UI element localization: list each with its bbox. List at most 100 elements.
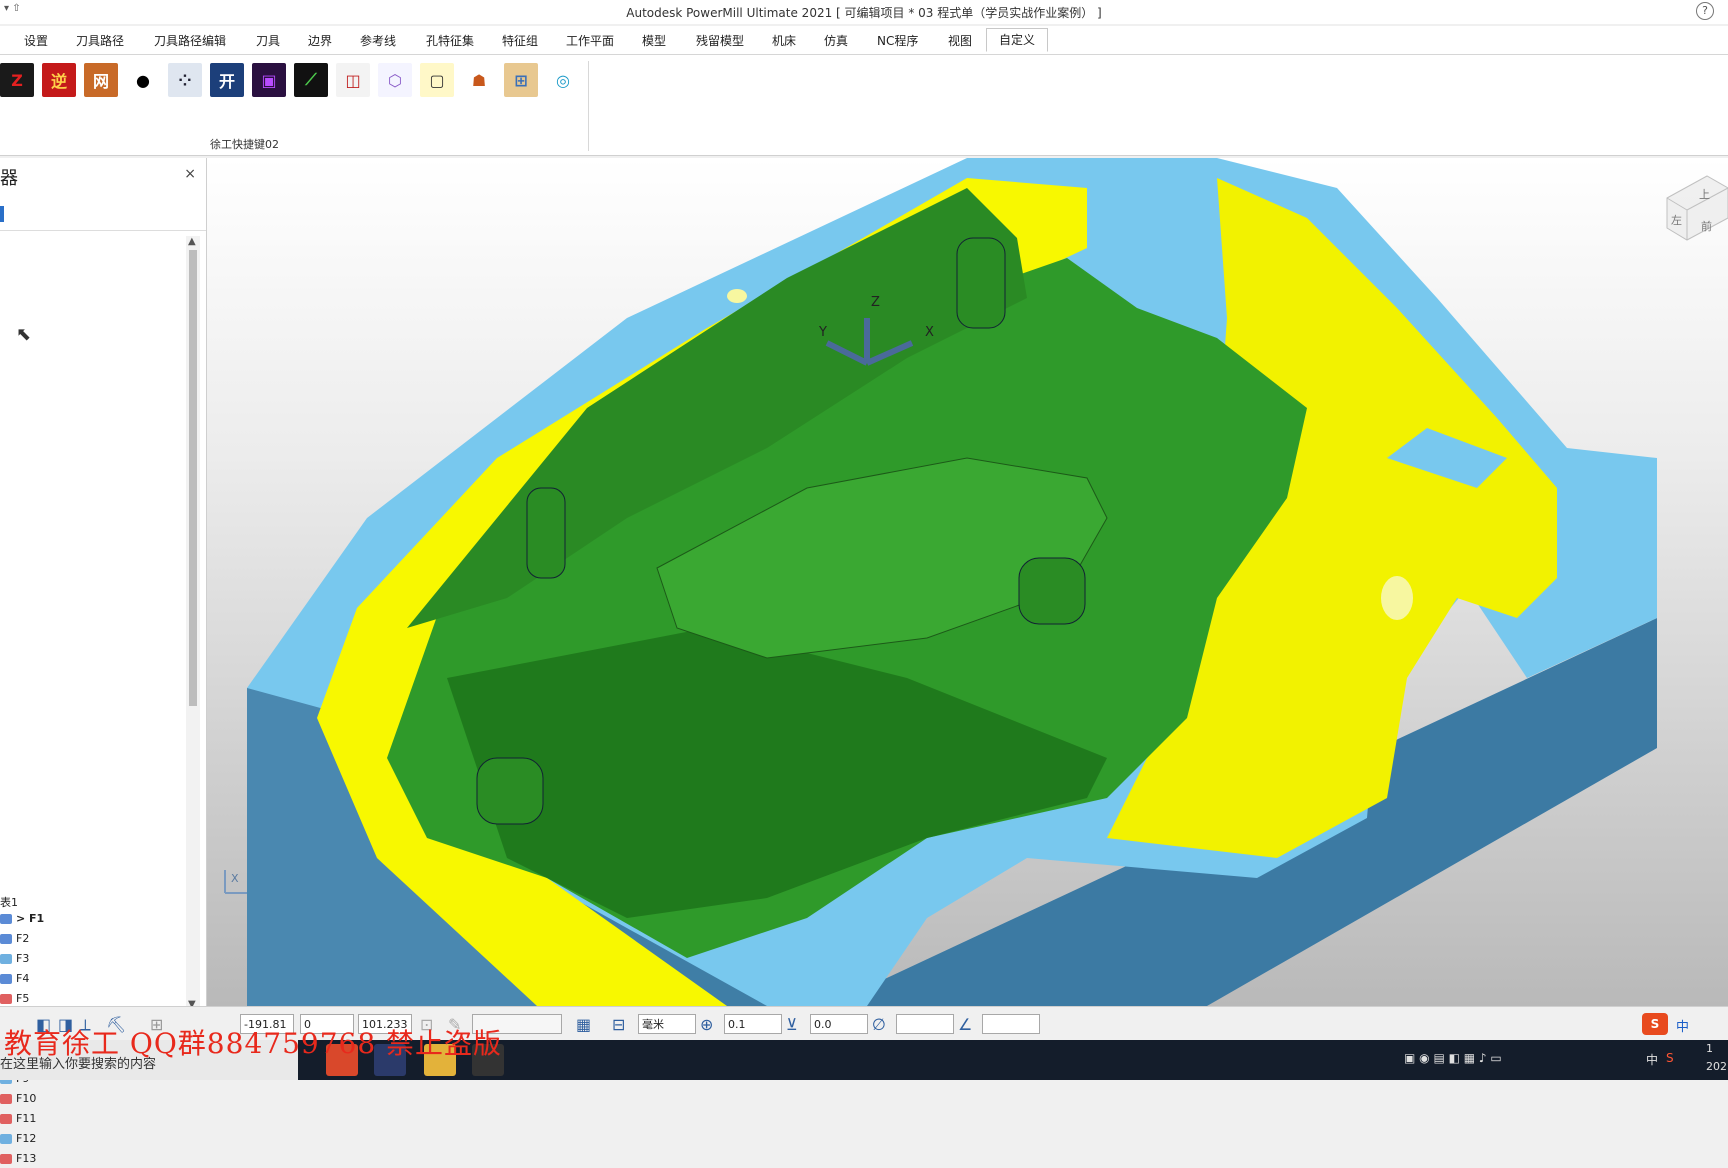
tab-15[interactable]: 自定义 xyxy=(986,28,1049,52)
explorer-title: 器 xyxy=(0,168,18,189)
close-icon[interactable]: × xyxy=(184,166,196,182)
split-icon[interactable]: ◫ xyxy=(336,63,370,97)
toolpath-icon xyxy=(0,934,12,944)
window-title: Autodesk PowerMill Ultimate 2021 [ 可编辑项目… xyxy=(626,6,1102,20)
axis-label-x: X xyxy=(925,325,934,340)
mini-axis-label-x: X xyxy=(231,872,239,885)
ribbon-panel: 徐工快捷键02 Z 逆网 ● ⁘ 开 ▣ ⟋ ◫ ⬡ ▢ ☗ ⊞ ◎ xyxy=(0,55,1728,156)
ribbon-tabs: 设置 刀具路径 刀具路径编辑 刀具 边界 参考线 孔特征集 特征组 工作平面 模型 残留模型 机床 仿真… xyxy=(0,26,1728,55)
axis-label-y: Y xyxy=(818,325,827,340)
tab-0[interactable]: 设置 xyxy=(22,30,50,52)
toolpath-icon xyxy=(0,954,12,964)
toolpath-tree-item[interactable]: F11 xyxy=(0,1110,36,1128)
toolpath-label: F2 xyxy=(16,932,30,945)
tab-13[interactable]: NC程序 xyxy=(875,30,920,52)
grid-icon[interactable]: ⊞ xyxy=(504,63,538,97)
calculator-icon[interactable]: ▦ xyxy=(576,1015,591,1034)
viewcube-top-label: 上 xyxy=(1699,188,1710,201)
toolpath-icon xyxy=(0,1114,12,1124)
tab-14[interactable]: 视图 xyxy=(946,30,974,52)
target-icon[interactable]: ◎ xyxy=(546,63,580,97)
mouse-cursor-icon: ⬉ xyxy=(16,324,32,345)
toolpath-tree-item[interactable]: F3 xyxy=(0,950,29,968)
thickness-field[interactable]: 0.0 xyxy=(810,1014,868,1034)
bear-icon[interactable]: ☗ xyxy=(462,63,496,97)
toolpath-label: F4 xyxy=(16,972,30,985)
mascot-icon[interactable]: 开 xyxy=(210,63,244,97)
scroll-up-icon[interactable]: ▲ xyxy=(188,236,196,247)
tab-11[interactable]: 机床 xyxy=(770,30,798,52)
explorer-panel: 器 × ⬉ ▲ ▼ 表1 > F1F2F3F4F5F6F7F8F9F10F11F… xyxy=(0,158,207,1165)
tab-5[interactable]: 参考线 xyxy=(358,30,398,52)
toolpath-tree-item[interactable]: F10 xyxy=(0,1090,36,1108)
ime-logo-icon[interactable]: S xyxy=(1642,1013,1668,1035)
units-icon[interactable]: ⊟ xyxy=(612,1015,625,1034)
tab-3[interactable]: 刀具 xyxy=(254,30,282,52)
toolpath-tree-item[interactable]: F13 xyxy=(0,1150,36,1168)
tolerance-field[interactable]: 0.1 xyxy=(724,1014,782,1034)
scrollbar-thumb[interactable] xyxy=(189,250,197,706)
top-hole xyxy=(727,289,747,303)
clock-time[interactable]: 1 xyxy=(1706,1042,1713,1055)
graphics-viewport[interactable]: Z Y X Y X 上 左 前 xyxy=(207,158,1728,1006)
explorer-scrollbar[interactable]: ▲ ▼ xyxy=(186,236,200,1010)
dots-icon[interactable]: ⁘ xyxy=(168,63,202,97)
toolpath-label: F10 xyxy=(16,1092,37,1105)
purple-square-icon[interactable]: ▣ xyxy=(252,63,286,97)
boss-right xyxy=(1018,557,1086,625)
toolpath-icon xyxy=(0,974,12,984)
side-hole-right xyxy=(1381,576,1413,620)
tolerance-icon[interactable]: ⊕ xyxy=(700,1015,713,1034)
toolpath-icon xyxy=(0,1134,12,1144)
watermark-text: 教育徐工 QQ群884759768 禁止盗版 xyxy=(4,1027,503,1060)
angle-icon[interactable]: ∠ xyxy=(958,1015,972,1034)
view-cube xyxy=(1666,175,1728,241)
units-select[interactable]: 毫米 xyxy=(638,1014,696,1034)
tree-root-label[interactable]: 表1 xyxy=(0,894,18,910)
thickness-icon[interactable]: ⊻ xyxy=(786,1015,798,1034)
help-icon[interactable]: ? xyxy=(1696,2,1714,20)
tab-7[interactable]: 特征组 xyxy=(500,30,540,52)
toolpath-label: > F1 xyxy=(16,912,45,925)
green-lines-icon[interactable]: ⟋ xyxy=(294,63,328,97)
ime-mode-indicator[interactable]: 中 xyxy=(1676,1016,1689,1035)
diameter-icon[interactable]: ∅ xyxy=(872,1015,886,1034)
box-icon[interactable]: 网 xyxy=(84,63,118,97)
toolpath-tree-item[interactable]: > F1 xyxy=(0,910,44,928)
toolpath-tree-item[interactable]: F12 xyxy=(0,1130,36,1148)
tab-1[interactable]: 刀具路径 xyxy=(74,30,126,52)
ribbon-group-divider xyxy=(588,61,589,151)
fire-icon[interactable]: 逆 xyxy=(42,63,76,97)
tray-ime-label[interactable]: 中 xyxy=(1646,1051,1658,1068)
toolpath-tree-item[interactable]: F2 xyxy=(0,930,29,948)
frame-icon[interactable]: ▢ xyxy=(420,63,454,97)
axis-label-z: Z xyxy=(871,295,880,310)
tab-8[interactable]: 工作平面 xyxy=(564,30,616,52)
viewcube-left-label: 左 xyxy=(1671,214,1682,227)
locating-pin-left xyxy=(526,487,566,579)
diameter-field[interactable] xyxy=(896,1014,954,1034)
boss-front xyxy=(476,757,544,825)
explorer-toolbar-icon[interactable] xyxy=(0,206,4,222)
angle-field[interactable] xyxy=(982,1014,1040,1034)
head-silhouette-icon[interactable]: ● xyxy=(126,63,160,97)
tray-sogou-icon[interactable]: S xyxy=(1666,1051,1674,1065)
toolpath-label: F3 xyxy=(16,952,30,965)
viewcube-front-label: 前 xyxy=(1701,219,1712,233)
tab-4[interactable]: 边界 xyxy=(306,30,334,52)
clock-date[interactable]: 202 xyxy=(1706,1060,1727,1073)
tab-12[interactable]: 仿真 xyxy=(822,30,850,52)
toolpath-label: F13 xyxy=(16,1152,37,1165)
toolpath-tree-item[interactable]: F4 xyxy=(0,970,29,988)
tab-2[interactable]: 刀具路径编辑 xyxy=(152,30,228,52)
toolpath-icon xyxy=(0,994,12,1004)
toolpath-icon xyxy=(0,1154,12,1164)
tab-6[interactable]: 孔特征集 xyxy=(424,30,476,52)
mold-model-render: Z Y X Y X 上 左 前 xyxy=(224,158,1728,1006)
tab-9[interactable]: 模型 xyxy=(640,30,668,52)
z-icon[interactable]: Z xyxy=(0,63,34,97)
cube-icon[interactable]: ⬡ xyxy=(378,63,412,97)
tray-icons[interactable]: ▣ ◉ ▤ ◧ ▦ ♪ ▭ xyxy=(1404,1051,1502,1065)
tab-10[interactable]: 残留模型 xyxy=(694,30,746,52)
title-bar: ▾ ⇧ Autodesk PowerMill Ultimate 2021 [ 可… xyxy=(0,0,1728,24)
